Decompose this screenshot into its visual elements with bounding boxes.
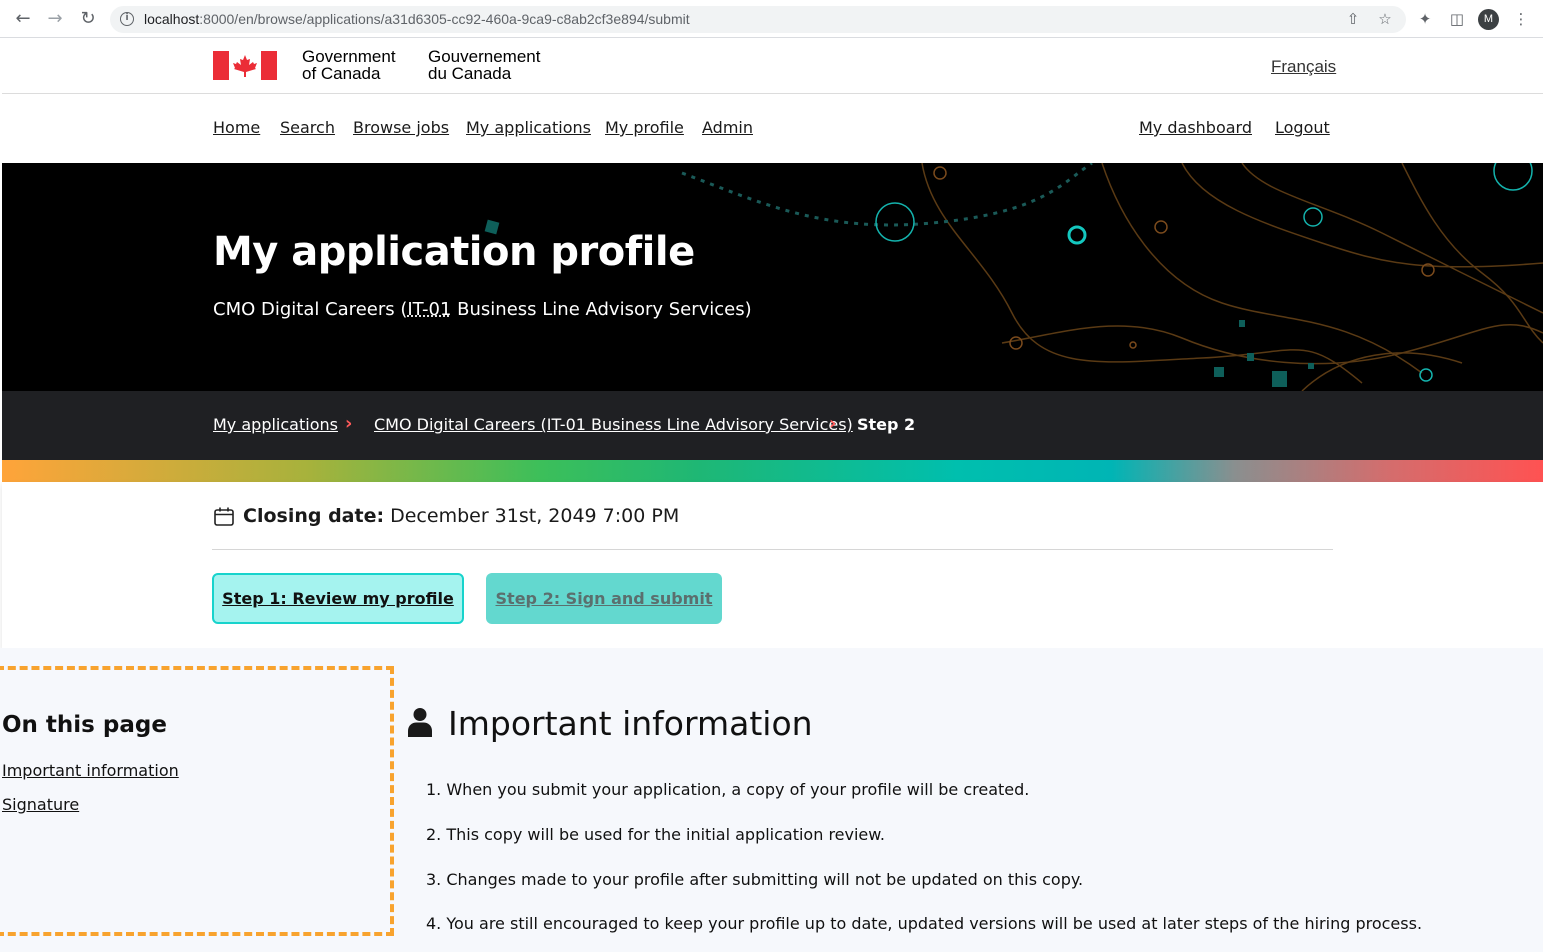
toc-signature-link[interactable]: Signature	[2, 795, 79, 814]
nav-my-applications-link[interactable]: My applications	[466, 118, 591, 137]
chevron-right-icon: ›	[345, 413, 353, 434]
nav-my-profile-link[interactable]: My profile	[605, 118, 684, 137]
chevron-right-icon: ›	[829, 413, 837, 434]
gradient-divider	[2, 460, 1543, 482]
info-list-item: 3. Changes made to your profile after su…	[426, 870, 1084, 889]
nav-admin-link[interactable]: Admin	[702, 118, 753, 137]
gov-wordmark-en: Government of Canada	[302, 47, 396, 83]
url-text: localhost:8000/en/browse/applications/a3…	[144, 11, 690, 27]
step-1-review-profile-button[interactable]: Step 1: Review my profile	[212, 573, 464, 624]
main-navigation: Home Search Browse jobs My applications …	[2, 94, 1543, 163]
calendar-icon	[214, 507, 234, 526]
extensions-puzzle-icon[interactable]: ✦	[1415, 9, 1435, 29]
browser-toolbar: ← → ↻ i localhost:8000/en/browse/applica…	[0, 0, 1543, 38]
user-icon	[408, 708, 432, 737]
closing-date: Closing date: December 31st, 2049 7:00 P…	[243, 505, 680, 527]
page-subtitle: CMO Digital Careers (IT-01 Business Line…	[213, 299, 752, 320]
bookmark-star-icon[interactable]: ☆	[1375, 9, 1395, 29]
address-bar[interactable]: i localhost:8000/en/browse/applications/…	[110, 6, 1406, 33]
on-this-page-heading: On this page	[2, 712, 167, 738]
canada-flag-icon	[213, 51, 277, 80]
nav-home-link[interactable]: Home	[213, 118, 260, 137]
nav-search-link[interactable]: Search	[280, 118, 335, 137]
application-steps-panel: Closing date: December 31st, 2049 7:00 P…	[2, 482, 1543, 648]
nav-browse-jobs-link[interactable]: Browse jobs	[353, 118, 449, 137]
breadcrumb-current: Step 2	[857, 415, 916, 434]
gov-header: Government of Canada Gouvernement du Canad…	[2, 38, 1543, 94]
toc-important-information-link[interactable]: Important information	[2, 761, 179, 780]
back-arrow-icon[interactable]: ←	[13, 9, 33, 29]
hero-banner: My application profile CMO Digital Caree…	[2, 163, 1543, 391]
classification-abbr: IT-01	[407, 299, 452, 320]
important-information-heading: Important information	[448, 704, 813, 743]
nav-dashboard-link[interactable]: My dashboard	[1139, 118, 1252, 137]
logout-link[interactable]: Logout	[1275, 118, 1330, 137]
menu-kebab-icon[interactable]: ⋮	[1511, 9, 1531, 29]
breadcrumb-my-applications-link[interactable]: My applications	[213, 415, 338, 434]
info-list-item: 2. This copy will be used for the initia…	[426, 825, 885, 844]
gov-wordmark-fr: Gouvernement du Canada	[428, 47, 541, 83]
divider	[212, 549, 1333, 550]
page-title: My application profile	[213, 229, 695, 275]
site-info-icon[interactable]: i	[120, 12, 134, 26]
language-toggle-link[interactable]: Français	[1271, 57, 1336, 77]
hero-decoration	[484, 163, 1543, 391]
main-content: On this page Important information Signa…	[0, 648, 1543, 952]
forward-arrow-icon[interactable]: →	[45, 9, 65, 29]
breadcrumb-job-link[interactable]: CMO Digital Careers (IT-01 Business Line…	[374, 415, 853, 434]
step-2-sign-submit-button[interactable]: Step 2: Sign and submit	[486, 573, 722, 624]
info-list-item: 1. When you submit your application, a c…	[426, 780, 1030, 799]
side-panel-icon[interactable]: ◫	[1447, 9, 1467, 29]
breadcrumb: My applications › CMO Digital Careers (I…	[2, 391, 1543, 460]
avatar[interactable]: M	[1478, 9, 1499, 30]
share-icon[interactable]: ⇧	[1343, 9, 1363, 29]
info-list-item: 4. You are still encouraged to keep your…	[426, 914, 1423, 933]
reload-icon[interactable]: ↻	[78, 9, 98, 29]
